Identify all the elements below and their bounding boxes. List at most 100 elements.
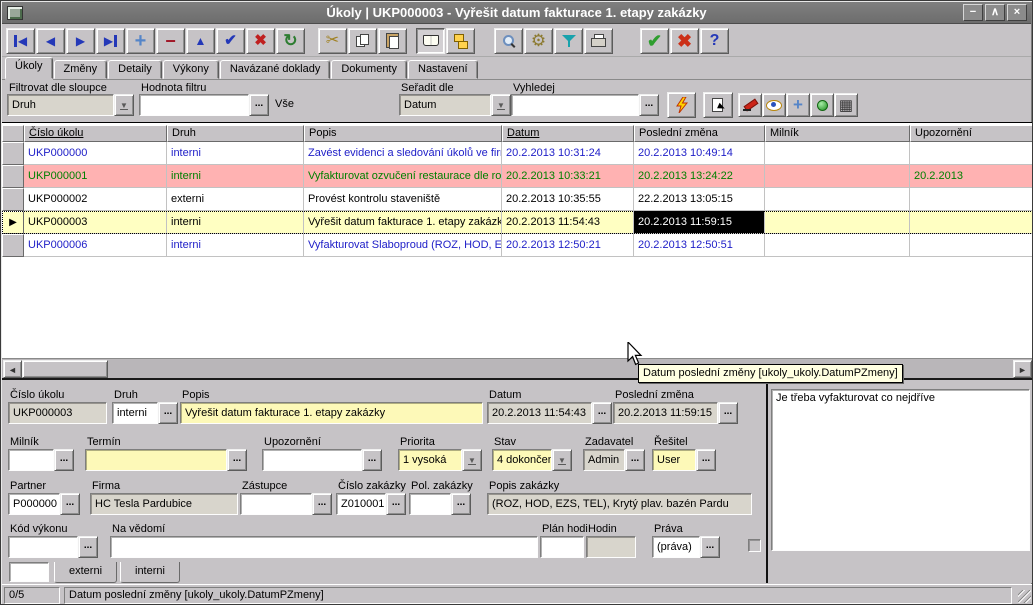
view-button[interactable] [762,93,786,117]
partner-ellipsis-button[interactable]: ... [60,493,80,515]
table-cell[interactable] [765,142,910,165]
order-number-input[interactable]: Z010001 [336,493,386,515]
reminder-ellipsis-button[interactable]: ... [362,449,382,471]
order-description-input[interactable]: (ROZ, HOD, EZS, TEL), Krytý plav. bazén … [487,493,752,515]
note-textarea[interactable]: Je třeba vyfakturovat co nejdříve [771,389,1030,551]
cc-input[interactable] [110,536,538,558]
table-cell[interactable] [765,234,910,257]
scroll-right-arrow[interactable]: ► [1013,360,1032,378]
order-item-ellipsis-button[interactable]: ... [451,493,471,515]
add-view-button[interactable]: + [786,93,810,117]
browse-button[interactable] [416,28,445,54]
task-number-input[interactable]: UKP000003 [8,402,107,424]
table-cell[interactable]: 20.2.2013 10:31:24 [502,142,634,165]
bottom-tab-interni[interactable]: interni [120,562,180,583]
table-row[interactable]: UKP000000interniZavést evidenci a sledov… [2,142,1033,165]
table-cell[interactable]: Zavést evidenci a sledování úkolů ve fir… [304,142,502,165]
execute-filter-button[interactable] [667,92,696,118]
chevron-down-icon[interactable]: ▼ [114,94,134,116]
hours-input[interactable] [586,536,636,558]
table-cell[interactable] [910,188,1033,211]
row-selector[interactable] [2,234,24,257]
assigner-ellipsis-button[interactable]: ... [625,449,645,471]
representative-ellipsis-button[interactable]: ... [312,493,332,515]
assigner-input[interactable]: Admin [583,449,625,471]
table-row[interactable]: UKP000002externiProvést kontrolu staveni… [2,188,1033,211]
row-selector[interactable] [2,142,24,165]
record-indicator-button[interactable] [810,93,834,117]
row-selector[interactable] [2,165,24,188]
help-button[interactable]: ? [700,28,729,54]
filter-value-ellipsis-button[interactable]: ... [249,94,269,116]
chevron-down-icon[interactable]: ▼ [491,94,511,116]
table-row[interactable]: UKP000006interniVyfakturovat Slaboproud … [2,234,1033,257]
cancel-edit-button[interactable]: ✖ [246,28,275,54]
close-button[interactable]: × [1007,4,1027,21]
table-cell[interactable]: 20.2.2013 13:24:22 [634,165,765,188]
type-ellipsis-button[interactable]: ... [158,402,178,424]
table-row[interactable]: UKP000001interniVyfakturovat ozvučení re… [2,165,1033,188]
solver-input[interactable]: User [652,449,696,471]
prior-record-button[interactable]: ◀ [36,28,65,54]
column-header[interactable]: Číslo úkolu [24,125,167,142]
copy-button[interactable] [348,28,377,54]
partner-input[interactable]: P000000 [8,493,60,515]
table-cell[interactable]: Vyřešit datum fakturace 1. etapy zakázky [304,211,502,234]
column-header[interactable]: Milník [765,125,910,142]
representative-input[interactable] [240,493,312,515]
table-cell[interactable] [765,211,910,234]
planned-hours-input[interactable] [540,536,584,558]
next-record-button[interactable]: ▶ [66,28,95,54]
company-input[interactable]: HC Tesla Pardubice [90,493,238,515]
tab-dokumenty[interactable]: Dokumenty [331,60,407,79]
insert-record-button[interactable]: + [126,28,155,54]
paste-button[interactable] [378,28,407,54]
search-input[interactable] [511,94,639,116]
row-selector[interactable] [2,188,24,211]
edit-record-button[interactable]: ▲ [186,28,215,54]
table-cell[interactable]: UKP000006 [24,234,167,257]
performance-code-input[interactable] [8,536,78,558]
table-cell[interactable]: Provést kontrolu staveniště [304,188,502,211]
filter-column-select[interactable]: Druh [7,94,114,116]
locate-record-button[interactable] [703,92,733,118]
permissions-button[interactable] [446,28,475,54]
table-cell[interactable]: 20.2.2013 11:59:15 [634,211,765,234]
tasks-grid[interactable]: Číslo úkoluDruhPopisDatumPoslední změnaM… [2,122,1033,358]
cut-button[interactable]: ✂ [318,28,347,54]
table-cell[interactable]: Vyfakturovat Slaboproud (ROZ, HOD, EZS, … [304,234,502,257]
highlight-button[interactable] [738,93,762,117]
date-ellipsis-button[interactable]: ... [592,402,612,424]
table-cell[interactable] [765,165,910,188]
column-header[interactable]: Druh [167,125,304,142]
table-cell[interactable] [910,142,1033,165]
type-input[interactable]: interni [112,402,158,424]
table-cell[interactable]: 20.2.2013 11:54:43 [502,211,634,234]
table-cell[interactable]: interni [167,165,304,188]
solver-ellipsis-button[interactable]: ... [696,449,716,471]
description-input[interactable]: Vyřešit datum fakturace 1. etapy zakázky [180,402,483,424]
filter-value-input[interactable] [139,94,249,116]
confirm-button[interactable]: ✔ [640,28,669,54]
delete-record-button[interactable]: − [156,28,185,54]
rights-ellipsis-button[interactable]: ... [700,536,720,558]
column-header[interactable]: Poslední změna [634,125,765,142]
table-cell[interactable]: 20.2.2013 10:49:14 [634,142,765,165]
current-row-arrow[interactable]: ▶ [2,211,24,234]
table-cell[interactable]: 22.2.2013 13:05:15 [634,188,765,211]
refresh-button[interactable]: ↻ [276,28,305,54]
resize-grip[interactable] [1018,590,1031,603]
column-header[interactable]: Datum [502,125,634,142]
table-cell[interactable]: 20.2.2013 10:35:55 [502,188,634,211]
deadline-input[interactable] [85,449,227,471]
tab--koly[interactable]: Úkoly [5,57,53,79]
first-record-button[interactable]: ◀ [6,28,35,54]
table-cell[interactable]: interni [167,211,304,234]
table-cell[interactable]: UKP000002 [24,188,167,211]
performance-code-ellipsis-button[interactable]: ... [78,536,98,558]
column-header[interactable]: Upozornění [910,125,1033,142]
milestone-input[interactable] [8,449,54,471]
last-record-button[interactable]: ▶ [96,28,125,54]
table-cell[interactable]: 20.2.2013 10:33:21 [502,165,634,188]
settings-button[interactable]: ⚙ [524,28,553,54]
